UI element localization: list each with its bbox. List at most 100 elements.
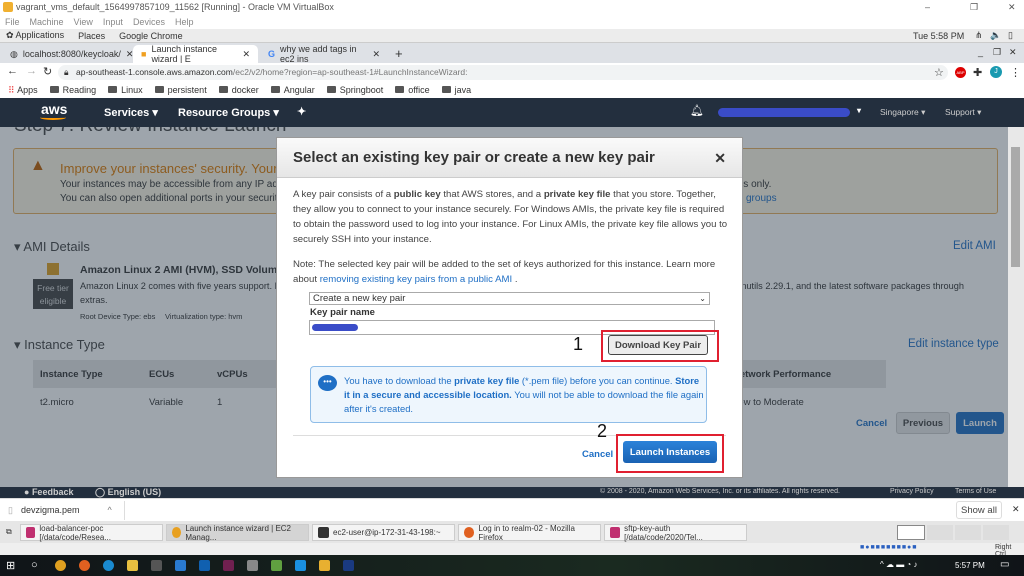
browser-tab-strip: ◍ localhost:8080/keycloak/ ✕ ■ Launch insta…: [0, 43, 1024, 64]
close-downloads-icon[interactable]: ✕: [1012, 504, 1020, 515]
menu-devices[interactable]: Devices: [133, 17, 165, 27]
menu-help[interactable]: Help: [175, 17, 194, 27]
intellij-icon[interactable]: [223, 560, 234, 571]
firefox-icon[interactable]: [79, 560, 90, 571]
notifications-icon[interactable]: ▭: [1000, 559, 1009, 570]
virtualbox-status-bar: ■●■■■■■■■●■ Right Ctrl: [0, 543, 1024, 558]
file-explorer-icon[interactable]: [127, 560, 138, 571]
language-link[interactable]: ◯ English (US): [95, 487, 161, 498]
tab-google[interactable]: Gwhy we add tags in ec2 ins ✕: [260, 44, 388, 64]
bookmark-angular[interactable]: Angular: [270, 85, 315, 95]
services-menu[interactable]: Services ▾: [104, 106, 158, 119]
feedback-link[interactable]: ● Feedback: [24, 487, 73, 497]
aws-smile-icon: [40, 115, 66, 120]
menu-view[interactable]: View: [74, 17, 93, 27]
account-chevron-icon[interactable]: ▾: [857, 106, 861, 115]
vm-task-terminal[interactable]: ec2-user@ip-172-31-43-198:~: [312, 524, 455, 541]
workspace-switcher[interactable]: [897, 525, 1009, 540]
gnome-places[interactable]: Places: [78, 31, 105, 41]
new-tab-button[interactable]: +: [395, 46, 403, 61]
chrome-close-icon[interactable]: ✕: [1009, 47, 1017, 58]
maximize-button[interactable]: ❐: [970, 0, 978, 14]
text: You have to download the: [344, 375, 455, 386]
download-item[interactable]: ▯ devzigma.pem ^: [8, 503, 112, 517]
close-icon[interactable]: ✕: [714, 138, 726, 178]
network-icon[interactable]: ⋔: [975, 30, 983, 41]
close-button[interactable]: ✕: [1008, 0, 1016, 14]
windows-start-icon[interactable]: ⊞: [6, 559, 15, 572]
aws-icon: ■: [141, 49, 147, 59]
skype-icon[interactable]: [295, 560, 306, 571]
vm-task-firefox[interactable]: Log in to realm-02 - Mozilla Firefox: [458, 524, 601, 542]
privacy-link[interactable]: Privacy Policy: [890, 488, 934, 495]
terminal-icon[interactable]: [151, 560, 162, 571]
vpn-icon[interactable]: [247, 560, 258, 571]
menu-machine[interactable]: Machine: [30, 17, 64, 27]
page-scrollbar[interactable]: [1008, 127, 1024, 487]
bookmark-java[interactable]: java: [441, 85, 471, 95]
bookmark-apps[interactable]: ⠿ Apps: [8, 85, 38, 96]
gnome-applications[interactable]: ✿ Applications: [6, 30, 64, 41]
close-tab-icon[interactable]: ✕: [242, 49, 250, 60]
show-desktop-icon[interactable]: ⧉: [6, 527, 12, 537]
adblock-icon[interactable]: ABP: [955, 67, 966, 78]
back-icon[interactable]: ←: [7, 65, 18, 77]
launch-instances-button[interactable]: Launch Instances: [623, 441, 717, 463]
search-icon[interactable]: ○: [31, 559, 38, 571]
forward-icon[interactable]: →: [26, 65, 37, 77]
notepad-icon[interactable]: [271, 560, 282, 571]
gnome-clock[interactable]: Tue 5:58 PM: [913, 31, 964, 41]
bookmark-springboot[interactable]: Springboot: [326, 85, 383, 95]
gnome-top-bar: ✿ Applications Places Google Chrome Tue …: [0, 29, 1024, 43]
close-tab-icon[interactable]: ✕: [372, 49, 380, 60]
pin-icon[interactable]: ✦: [297, 105, 306, 118]
edge-icon[interactable]: [103, 560, 114, 571]
battery-icon[interactable]: ▯: [1008, 30, 1013, 41]
dialog-cancel-link[interactable]: Cancel: [582, 449, 613, 460]
tab-launch-instance[interactable]: ■ Launch instance wizard | E ✕: [133, 44, 258, 64]
resource-groups-menu[interactable]: Resource Groups ▾: [178, 106, 279, 119]
volume-icon[interactable]: 🔈: [990, 30, 1001, 41]
outlook-icon[interactable]: [199, 560, 210, 571]
gnome-chrome[interactable]: Google Chrome: [119, 31, 183, 41]
bell-icon[interactable]: 🔔︎: [690, 104, 704, 117]
system-tray-icons[interactable]: ^ ☁ ▬ ◔ ♪: [880, 560, 917, 569]
reload-icon[interactable]: ↻: [43, 65, 52, 78]
chevron-up-icon[interactable]: ^: [107, 505, 111, 515]
vm-task-intellij-1[interactable]: load-balancer-poc [/data/code/Resea...: [20, 524, 163, 542]
menu-input[interactable]: Input: [103, 17, 123, 27]
remove-key-pairs-link[interactable]: removing existing key pairs from a publi…: [320, 274, 512, 285]
bookmark-docker[interactable]: docker: [218, 85, 259, 95]
vm-task-chrome[interactable]: Launch instance wizard | EC2 Manag...: [166, 524, 309, 542]
minimize-button[interactable]: –: [925, 0, 930, 14]
text: A key pair consists of a: [293, 189, 394, 200]
virtualbox-icon[interactable]: [319, 560, 330, 571]
bookmark-linux[interactable]: Linux: [108, 85, 143, 95]
extensions-icon[interactable]: ✚: [973, 66, 982, 79]
scrollbar-thumb[interactable]: [1011, 147, 1020, 267]
vm-task-intellij-2[interactable]: sftp-key-auth [/data/code/2020/Tel...: [604, 524, 747, 542]
bookmark-reading[interactable]: Reading: [49, 85, 96, 95]
bookmark-persistent[interactable]: persistent: [154, 85, 207, 95]
resource-groups-label: Resource Groups: [178, 107, 271, 119]
bookmark-office[interactable]: office: [395, 85, 430, 95]
show-all-button[interactable]: Show all: [956, 501, 1002, 519]
windows-clock[interactable]: 5:57 PM: [955, 561, 985, 570]
powershell-icon[interactable]: [343, 560, 354, 571]
profile-avatar[interactable]: J: [990, 66, 1002, 78]
chrome-restore-icon[interactable]: ❐: [993, 47, 1001, 58]
vscode-icon[interactable]: [175, 560, 186, 571]
tab-keycloak[interactable]: ◍ localhost:8080/keycloak/✕: [2, 45, 133, 63]
region-menu[interactable]: Singapore ▾: [880, 107, 925, 118]
url-input[interactable]: 🔒︎ ap-southeast-1.console.aws.amazon.com/…: [58, 65, 948, 80]
account-menu-redacted[interactable]: [718, 108, 850, 117]
menu-file[interactable]: File: [5, 17, 20, 27]
key-pair-select[interactable]: Create a new key pair ⌄: [309, 292, 710, 305]
terms-link[interactable]: Terms of Use: [955, 488, 996, 495]
download-key-pair-button[interactable]: Download Key Pair: [608, 335, 708, 355]
bookmark-star-icon[interactable]: ☆: [934, 66, 944, 79]
chrome-minimize-icon[interactable]: _: [978, 47, 983, 57]
support-menu[interactable]: Support ▾: [945, 107, 981, 118]
chrome-menu-icon[interactable]: ⋮: [1010, 66, 1021, 79]
chrome-icon[interactable]: [55, 560, 66, 571]
